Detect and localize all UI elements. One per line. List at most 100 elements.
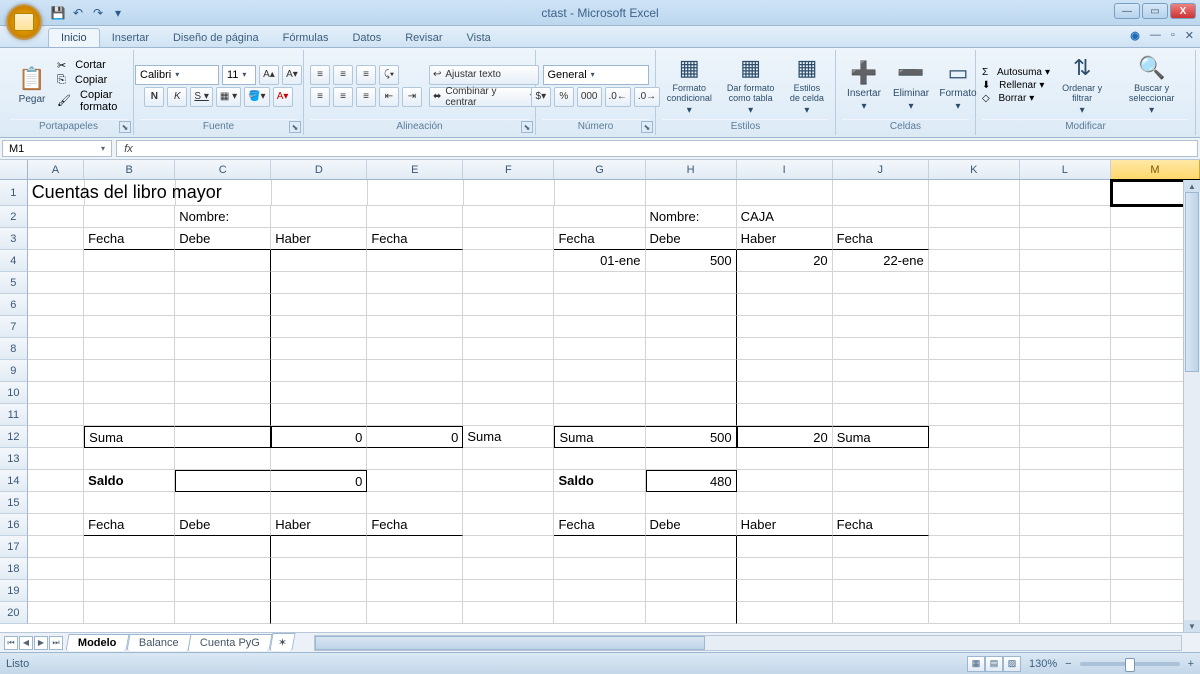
cell-F15[interactable] [463, 492, 554, 514]
cell-I4[interactable]: 20 [737, 250, 833, 272]
row-header-14[interactable]: 14 [0, 470, 28, 492]
alignment-dialog-launcher[interactable]: ⬊ [521, 121, 533, 133]
cell-F17[interactable] [463, 536, 554, 558]
cell-D4[interactable] [271, 250, 367, 272]
col-header-H[interactable]: H [646, 160, 737, 179]
cell-K13[interactable] [929, 448, 1020, 470]
cell-C2[interactable]: Nombre: [175, 206, 271, 228]
cell-K17[interactable] [929, 536, 1020, 558]
fx-icon[interactable]: fx [116, 140, 140, 157]
cell-L18[interactable] [1020, 558, 1111, 580]
cell-F9[interactable] [463, 360, 554, 382]
col-header-A[interactable]: A [28, 160, 84, 179]
cell-B12[interactable]: Suma [84, 426, 175, 448]
cell-H3[interactable]: Debe [646, 228, 737, 250]
cell-H10[interactable] [646, 382, 737, 404]
sheet-nav-next[interactable]: ▶ [34, 636, 48, 650]
cell-D17[interactable] [271, 536, 367, 558]
cell-J19[interactable] [833, 580, 929, 602]
number-dialog-launcher[interactable]: ⬊ [641, 121, 653, 133]
cell-D2[interactable] [271, 206, 367, 228]
format-cells-button[interactable]: ▭Formato▾ [936, 53, 980, 119]
cell-A8[interactable] [28, 338, 84, 360]
cell-L7[interactable] [1020, 316, 1111, 338]
cell-A9[interactable] [28, 360, 84, 382]
cell-I6[interactable] [737, 294, 833, 316]
cut-button[interactable]: ✂ Cortar [57, 59, 127, 72]
cell-G15[interactable] [554, 492, 645, 514]
minimize-button[interactable]: ― [1114, 3, 1140, 19]
cell-F3[interactable] [463, 228, 554, 250]
sheet-tab-modelo[interactable]: Modelo [66, 634, 129, 651]
cell-J3[interactable]: Fecha [833, 228, 929, 250]
cell-H11[interactable] [646, 404, 737, 426]
cell-C8[interactable] [175, 338, 271, 360]
cell-G7[interactable] [554, 316, 645, 338]
merge-center-button[interactable]: ⬌Combinar y centrar ▾ [429, 87, 539, 107]
conditional-format-button[interactable]: ▦Formato condicional▾ [662, 53, 717, 119]
cell-K6[interactable] [929, 294, 1020, 316]
align-bottom-button[interactable]: ≡ [356, 65, 376, 85]
cell-B7[interactable] [84, 316, 175, 338]
cell-L8[interactable] [1020, 338, 1111, 360]
format-table-button[interactable]: ▦Dar formato como tabla▾ [720, 53, 782, 119]
cell-B6[interactable] [84, 294, 175, 316]
office-button[interactable] [6, 4, 42, 40]
cell-H1[interactable] [646, 180, 737, 206]
cell-J11[interactable] [833, 404, 929, 426]
row-header-1[interactable]: 1 [0, 180, 28, 206]
cell-J15[interactable] [833, 492, 929, 514]
cell-L10[interactable] [1020, 382, 1111, 404]
cell-D19[interactable] [271, 580, 367, 602]
cell-A5[interactable] [28, 272, 84, 294]
cell-K7[interactable] [929, 316, 1020, 338]
cell-E19[interactable] [367, 580, 463, 602]
cell-B2[interactable] [84, 206, 175, 228]
sheet-nav-prev[interactable]: ◀ [19, 636, 33, 650]
fill-button[interactable]: ⬇ Rellenar ▾ [982, 80, 1050, 91]
cell-L15[interactable] [1020, 492, 1111, 514]
grow-font-button[interactable]: A▴ [259, 65, 279, 85]
zoom-value[interactable]: 130% [1029, 658, 1057, 670]
cell-H9[interactable] [646, 360, 737, 382]
wrap-text-button[interactable]: ↩Ajustar texto [429, 65, 539, 85]
row-header-19[interactable]: 19 [0, 580, 28, 602]
maximize-button[interactable]: ▭ [1142, 3, 1168, 19]
row-header-7[interactable]: 7 [0, 316, 28, 338]
cell-I5[interactable] [737, 272, 833, 294]
cell-D18[interactable] [271, 558, 367, 580]
cell-L19[interactable] [1020, 580, 1111, 602]
cell-H16[interactable]: Debe [646, 514, 737, 536]
cell-G12[interactable]: Suma [554, 426, 645, 448]
cell-styles-button[interactable]: ▦Estilos de celda▾ [785, 53, 829, 119]
align-left-button[interactable]: ≡ [310, 87, 330, 107]
cell-I2[interactable]: CAJA [737, 206, 833, 228]
cell-D20[interactable] [271, 602, 367, 624]
cell-D5[interactable] [271, 272, 367, 294]
sheet-nav-first[interactable]: ⏮ [4, 636, 18, 650]
shrink-font-button[interactable]: A▾ [282, 65, 302, 85]
cell-C5[interactable] [175, 272, 271, 294]
cell-H17[interactable] [646, 536, 737, 558]
cell-I9[interactable] [737, 360, 833, 382]
ribbon-minimize-icon[interactable]: ― [1150, 29, 1161, 42]
tab-formulas[interactable]: Fórmulas [271, 29, 341, 47]
cell-K5[interactable] [929, 272, 1020, 294]
cell-I8[interactable] [737, 338, 833, 360]
cell-J18[interactable] [833, 558, 929, 580]
cell-K1[interactable] [929, 180, 1020, 206]
cell-B3[interactable]: Fecha [84, 228, 175, 250]
qat-save-icon[interactable]: 💾 [50, 5, 66, 21]
row-header-6[interactable]: 6 [0, 294, 28, 316]
cell-I10[interactable] [737, 382, 833, 404]
cell-C3[interactable]: Debe [175, 228, 271, 250]
cell-E18[interactable] [367, 558, 463, 580]
vscroll-thumb[interactable] [1185, 192, 1199, 372]
cell-I19[interactable] [737, 580, 833, 602]
cell-I16[interactable]: Haber [737, 514, 833, 536]
row-header-17[interactable]: 17 [0, 536, 28, 558]
accounting-button[interactable]: $▾ [531, 87, 551, 107]
cell-F8[interactable] [463, 338, 554, 360]
cell-G9[interactable] [554, 360, 645, 382]
fill-color-button[interactable]: 🪣▾ [244, 87, 269, 107]
